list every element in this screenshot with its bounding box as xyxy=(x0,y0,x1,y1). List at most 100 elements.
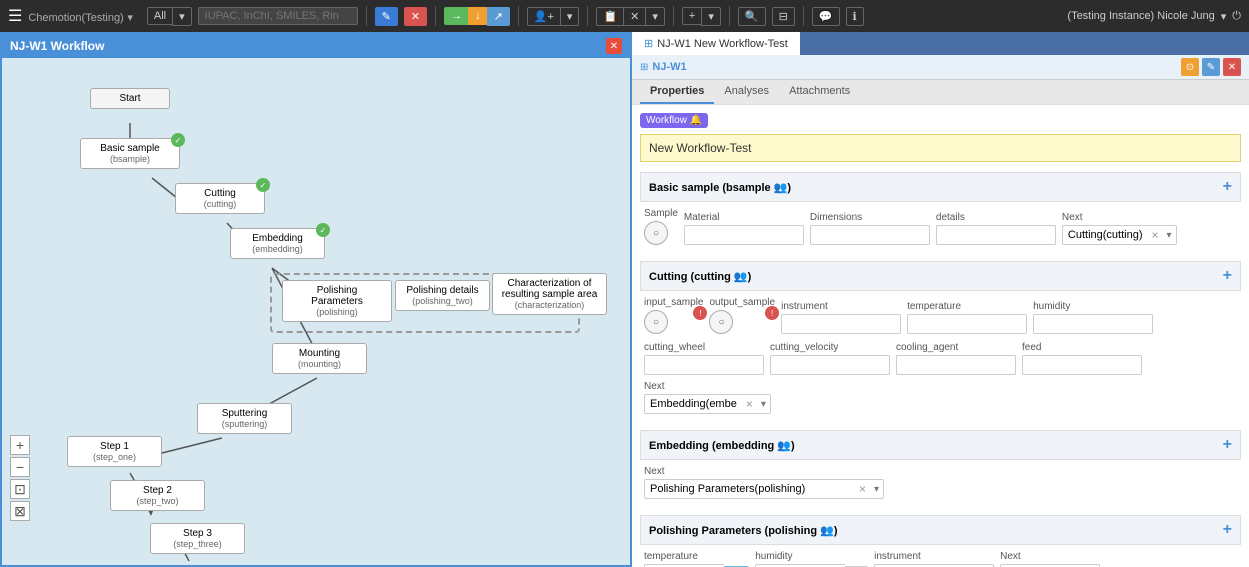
doc-x-btn[interactable]: ✕ xyxy=(623,7,645,26)
njw1-actions: ⊙ ✎ ✕ xyxy=(1181,58,1241,76)
next-arrow-embedding[interactable]: ▾ xyxy=(870,484,883,495)
input-sample-icon[interactable]: ○ xyxy=(644,310,668,334)
start-node[interactable]: Start xyxy=(90,88,170,109)
app-title-arrow[interactable]: ▾ xyxy=(127,12,133,24)
polishing-node[interactable]: Polishing Parameters (polishing) xyxy=(282,280,392,322)
zoom-in-btn[interactable]: + xyxy=(10,435,30,455)
basic-sample-add-btn[interactable]: + xyxy=(1223,178,1232,196)
sputtering-label: Sputtering xyxy=(206,408,283,419)
basic-sample-section-header[interactable]: Basic sample (bsample 👥) + xyxy=(640,172,1241,202)
add-dropdown-btn[interactable]: ▾ xyxy=(701,7,721,26)
tab-properties[interactable]: Properties xyxy=(640,80,714,104)
logout-icon[interactable]: ⏻ xyxy=(1232,10,1241,23)
step1-label: Step 1 xyxy=(76,441,153,452)
main-area: NJ-W1 Workflow ✕ xyxy=(0,32,1249,567)
user-arrow[interactable]: ▾ xyxy=(1221,10,1227,23)
next-select-cutting[interactable]: Embedding(embe × ▾ xyxy=(644,394,771,414)
start-label: Start xyxy=(119,93,140,104)
workflow-name-text: New Workflow-Test xyxy=(649,141,751,155)
basic-sample-sublabel: (bsample) xyxy=(89,154,171,164)
tab-attachments[interactable]: Attachments xyxy=(779,80,860,104)
njw1-blue-btn[interactable]: ✎ xyxy=(1202,58,1220,76)
cutting-velocity-input[interactable] xyxy=(770,355,890,375)
tab-analyses[interactable]: Analyses xyxy=(714,80,779,104)
polishing-details-node[interactable]: Polishing details (polishing_two) xyxy=(395,280,490,311)
app-title: Chemotion(Testing) ▾ xyxy=(28,9,133,24)
chat-btn[interactable]: 💬 xyxy=(812,7,840,26)
search-zoom-btn[interactable]: 🔍 xyxy=(738,7,766,26)
workflow-tab-icon: ⊞ xyxy=(644,37,653,50)
basic-sample-node[interactable]: ✓ Basic sample (bsample) xyxy=(80,138,180,169)
add-user-btn[interactable]: 👤+ xyxy=(527,7,560,26)
step3-node[interactable]: Step 3 (step_three) xyxy=(150,523,245,554)
next-clear-embedding[interactable]: × xyxy=(855,482,870,496)
temperature-field-p: temperature °C xyxy=(644,551,749,567)
next-arrow-basic[interactable]: ▾ xyxy=(1163,230,1176,241)
workflow-panel-close[interactable]: ✕ xyxy=(606,38,622,54)
embedding-node[interactable]: ✓ Embedding (embedding) xyxy=(230,228,325,259)
details-input[interactable] xyxy=(936,225,1056,245)
step1-node[interactable]: Step 1 (step_one) xyxy=(67,436,162,467)
cutting-node[interactable]: ✓ Cutting (cutting) xyxy=(175,183,265,214)
info-btn[interactable]: ℹ xyxy=(846,7,864,26)
cutting-section-header[interactable]: Cutting (cutting 👥) + xyxy=(640,261,1241,291)
doc-dropdown-btn[interactable]: ▾ xyxy=(645,7,665,26)
next-select-basic[interactable]: Cutting(cutting) × ▾ xyxy=(1062,225,1177,245)
arrow-share-btn[interactable]: ↗ xyxy=(487,7,510,26)
dimensions-input[interactable] xyxy=(810,225,930,245)
instrument-input-c[interactable] xyxy=(781,314,901,334)
njw1-orange-btn[interactable]: ⊙ xyxy=(1181,58,1199,76)
cutting-wheel-input[interactable] xyxy=(644,355,764,375)
zoom-fit-btn[interactable]: ⊡ xyxy=(10,479,30,499)
embedding-add-btn[interactable]: + xyxy=(1223,436,1232,454)
next-label-basic: Next xyxy=(1062,212,1177,223)
polishing-details-sublabel: (polishing_two) xyxy=(404,296,481,306)
user-dropdown-btn[interactable]: ▾ xyxy=(560,7,580,26)
mounting-node[interactable]: Mounting (mounting) xyxy=(272,343,367,374)
all-btn[interactable]: All xyxy=(147,7,172,25)
material-label: Material xyxy=(684,212,804,223)
input-sample-wrap: ○ ! xyxy=(644,310,703,334)
feed-input[interactable] xyxy=(1022,355,1142,375)
step2-node[interactable]: Step 2 (step_two) xyxy=(110,480,205,511)
search-input[interactable] xyxy=(198,7,358,25)
workflow-tab-active[interactable]: ⊞ NJ-W1 New Workflow-Test xyxy=(632,32,800,55)
sputtering-sublabel: (sputtering) xyxy=(206,419,283,429)
add-group: + ▾ xyxy=(682,7,721,26)
njw1-red-btn[interactable]: ✕ xyxy=(1223,58,1241,76)
next-select-embedding[interactable]: Polishing Parameters(polishing) × ▾ xyxy=(644,479,884,499)
menu-icon[interactable]: ☰ xyxy=(8,6,22,26)
zoom-reset-btn[interactable]: ⊠ xyxy=(10,501,30,521)
workflow-panel-title: NJ-W1 Workflow xyxy=(10,39,104,53)
next-arrow-cutting[interactable]: ▾ xyxy=(757,399,770,410)
sputtering-node[interactable]: Sputtering (sputtering) xyxy=(197,403,292,434)
doc-btn[interactable]: 📋 xyxy=(596,7,623,26)
edit-btn[interactable]: ✎ xyxy=(375,7,398,26)
arrow-down-btn[interactable]: ↓ xyxy=(468,7,487,25)
arrow-right-btn[interactable]: → xyxy=(444,7,468,25)
sample-circle-icon[interactable]: ○ xyxy=(644,221,668,245)
delete-btn[interactable]: ✕ xyxy=(404,7,427,26)
humidity-field-p: humidity % xyxy=(755,551,868,567)
polishing-add-btn[interactable]: + xyxy=(1223,521,1232,539)
characterization-node[interactable]: Characterization of resulting sample are… xyxy=(492,273,607,315)
next-clear-basic[interactable]: × xyxy=(1148,228,1163,242)
next-clear-cutting[interactable]: × xyxy=(742,397,757,411)
polishing-section-header[interactable]: Polishing Parameters (polishing 👥) + xyxy=(640,515,1241,545)
embedding-section-header[interactable]: Embedding (embedding 👥) + xyxy=(640,430,1241,460)
output-sample-icon[interactable]: ○ xyxy=(709,310,733,334)
step2-label: Step 2 xyxy=(119,485,196,496)
all-dropdown-arrow[interactable]: ▾ xyxy=(172,7,192,26)
zoom-out-btn[interactable]: − xyxy=(10,457,30,477)
add-btn[interactable]: + xyxy=(682,7,701,25)
basic-sample-title: Basic sample (bsample 👥) xyxy=(649,181,791,194)
cutting-add-btn[interactable]: + xyxy=(1223,267,1232,285)
temperature-input-c[interactable] xyxy=(907,314,1027,334)
canvas-area[interactable]: Start ✓ Basic sample (bsample) ✓ Cutting… xyxy=(2,58,630,561)
humidity-input-c[interactable] xyxy=(1033,314,1153,334)
cooling-agent-input[interactable] xyxy=(896,355,1016,375)
material-input[interactable] xyxy=(684,225,804,245)
all-dropdown[interactable]: All ▾ xyxy=(147,7,192,26)
embedding-sublabel: (embedding) xyxy=(239,244,316,254)
zoom-minus-btn[interactable]: ⊟ xyxy=(772,7,795,26)
